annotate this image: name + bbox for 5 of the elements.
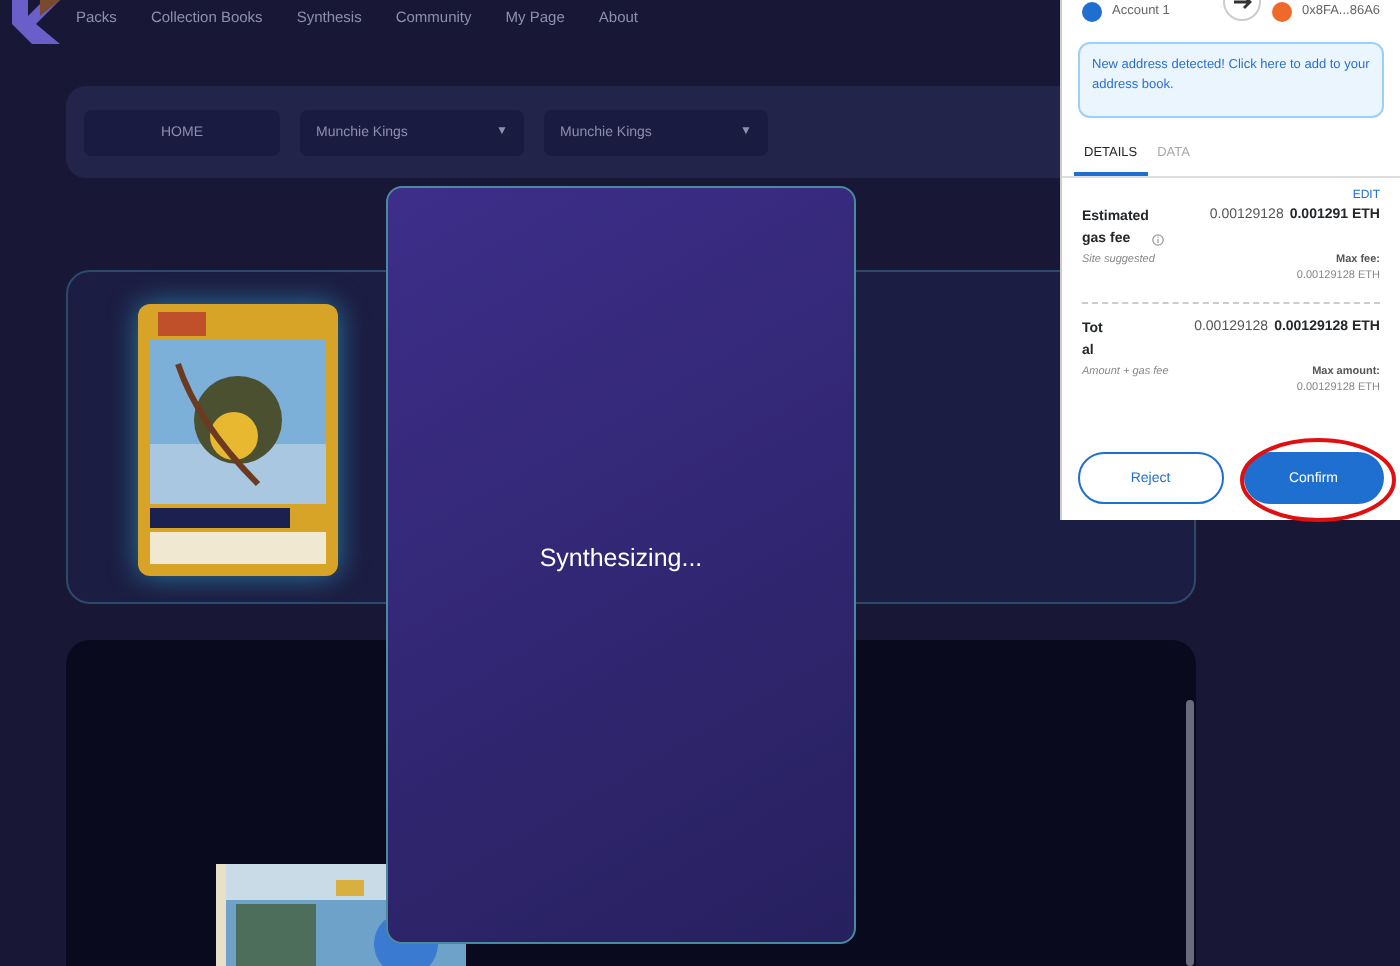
account-icon (1082, 1, 1102, 21)
recipient-icon (1272, 1, 1292, 21)
logo-icon[interactable] (12, 0, 64, 44)
status-text: Synthesizing... (539, 543, 703, 571)
info-icon (1152, 234, 1164, 246)
